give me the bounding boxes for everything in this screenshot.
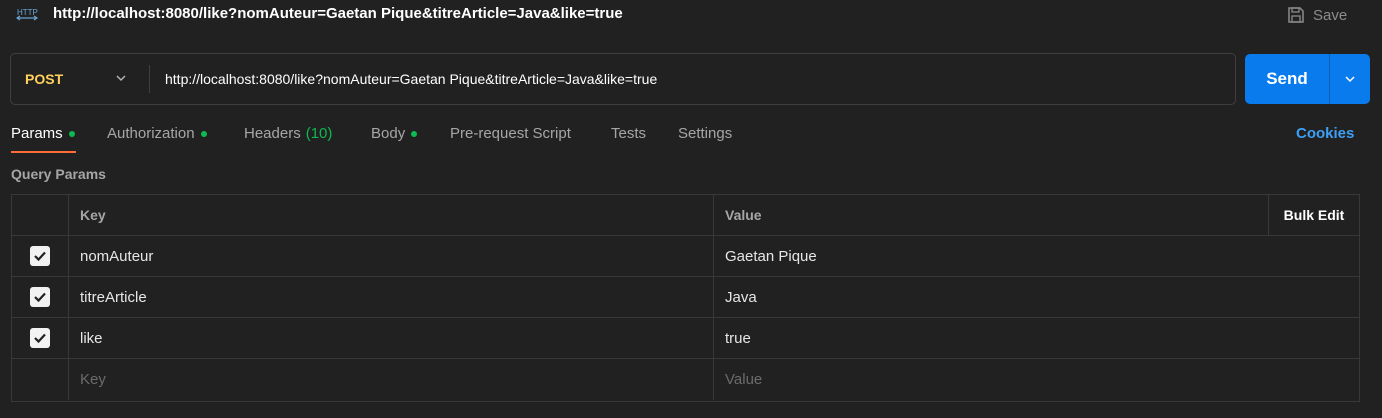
check-cell	[12, 236, 69, 276]
query-params-table: Key Value Bulk Edit nomAuteur Gaetan Piq…	[11, 194, 1360, 402]
param-key[interactable]: nomAuteur	[69, 236, 714, 276]
param-value[interactable]: Java	[714, 277, 1359, 317]
send-button-group: Send	[1245, 54, 1370, 104]
request-tabs: Params Authorization Headers (10) Body Pr…	[0, 118, 1382, 156]
method-label: POST	[25, 71, 64, 87]
status-dot	[68, 130, 75, 137]
query-params-heading: Query Params	[11, 166, 106, 182]
param-key[interactable]: like	[69, 318, 714, 358]
tab-body[interactable]: Body	[371, 125, 418, 142]
tab-label: Authorization	[107, 125, 195, 142]
table-header-row: Key Value Bulk Edit	[12, 195, 1359, 236]
chevron-down-icon	[1345, 76, 1355, 83]
send-options-button[interactable]	[1330, 54, 1370, 104]
new-param-row	[12, 359, 1359, 400]
send-button[interactable]: Send	[1245, 54, 1329, 104]
new-key-input[interactable]	[80, 371, 680, 388]
bulk-edit-button[interactable]: Bulk Edit	[1268, 195, 1359, 235]
value-column-header: Value	[725, 207, 762, 223]
save-button[interactable]: Save	[1287, 3, 1347, 27]
tab-label: Body	[371, 125, 406, 142]
save-label: Save	[1313, 6, 1348, 24]
tab-pre-request-script[interactable]: Pre-request Script	[450, 125, 571, 142]
table-row: titreArticle Java	[12, 277, 1359, 318]
row-checkbox[interactable]	[30, 246, 50, 266]
tab-label: Pre-request Script	[450, 125, 571, 142]
table-row: like true	[12, 318, 1359, 359]
param-value[interactable]: Gaetan Pique	[714, 236, 1359, 276]
row-checkbox[interactable]	[30, 287, 50, 307]
row-checkbox[interactable]	[30, 328, 50, 348]
tab-label: Headers	[244, 125, 301, 142]
tab-params[interactable]: Params	[11, 125, 75, 142]
param-key[interactable]: titreArticle	[69, 277, 714, 317]
table-row: nomAuteur Gaetan Pique	[12, 236, 1359, 277]
new-key-cell	[69, 359, 714, 400]
status-dot	[411, 130, 418, 137]
header-check-cell	[12, 195, 69, 235]
tab-tests[interactable]: Tests	[611, 125, 646, 142]
checkmark-icon	[34, 292, 46, 303]
check-cell	[12, 318, 69, 358]
url-bar: POST	[10, 53, 1236, 105]
cookies-link[interactable]: Cookies	[1296, 125, 1354, 142]
tab-headers[interactable]: Headers (10)	[244, 125, 332, 142]
request-title[interactable]: http://localhost:8080/like?nomAuteur=Gae…	[53, 5, 623, 22]
http-icon: HTTP	[16, 8, 38, 21]
headers-count: (10)	[305, 125, 333, 142]
tab-authorization[interactable]: Authorization	[107, 125, 207, 142]
tab-settings[interactable]: Settings	[678, 125, 732, 142]
active-tab-indicator	[11, 151, 76, 153]
key-column-header: Key	[69, 195, 714, 235]
checkmark-icon	[34, 251, 46, 262]
tab-label: Tests	[611, 125, 647, 142]
new-value-cell	[714, 359, 1359, 400]
tab-label: Params	[11, 125, 63, 142]
url-input[interactable]	[150, 54, 1230, 104]
save-icon	[1288, 7, 1304, 23]
param-value[interactable]: true	[714, 318, 1359, 358]
method-select[interactable]: POST	[11, 54, 149, 104]
status-dot	[200, 130, 207, 137]
check-cell	[12, 359, 69, 400]
title-bar: HTTP http://localhost:8080/like?nomAuteu…	[0, 0, 1382, 32]
check-cell	[12, 277, 69, 317]
chevron-down-icon	[116, 75, 126, 82]
new-value-input[interactable]	[725, 371, 1325, 388]
svg-text:HTTP: HTTP	[17, 8, 38, 17]
tab-label: Settings	[678, 125, 733, 142]
checkmark-icon	[34, 333, 46, 344]
